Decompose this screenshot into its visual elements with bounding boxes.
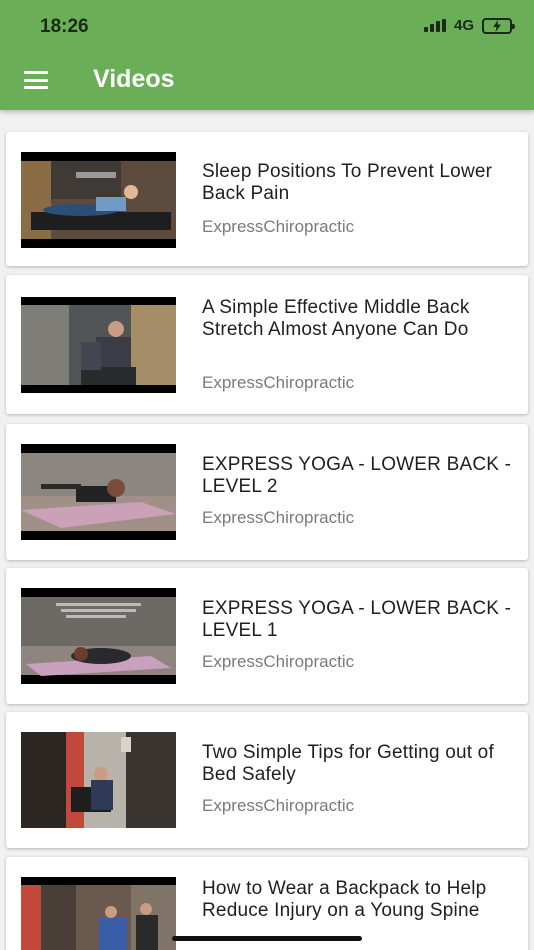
video-title: Two Simple Tips for Getting out of Bed S… (202, 742, 494, 785)
video-title: EXPRESS YOGA - LOWER BACK - LEVEL 2 (202, 454, 512, 497)
video-title: How to Wear a Backpack to Help Reduce In… (202, 878, 487, 921)
network-type: 4G (453, 17, 474, 34)
video-thumbnail (21, 732, 176, 828)
video-thumbnail (21, 152, 176, 248)
video-channel: ExpressChiropractic (202, 217, 355, 236)
video-thumbnail (21, 588, 176, 684)
video-card[interactable]: Sleep Positions To Prevent Lower Back Pa… (6, 132, 528, 266)
video-channel: ExpressChiropractic (202, 373, 355, 392)
video-title: Sleep Positions To Prevent Lower Back Pa… (202, 161, 493, 204)
video-card[interactable]: EXPRESS YOGA - LOWER BACK - LEVEL 2 Expr… (6, 424, 528, 560)
page-title: Videos (93, 65, 175, 93)
video-thumbnail (21, 877, 176, 950)
video-thumbnail (21, 444, 176, 540)
video-card[interactable]: EXPRESS YOGA - LOWER BACK - LEVEL 1 Expr… (6, 568, 528, 704)
video-channel: ExpressChiropractic (202, 508, 355, 527)
signal-icon (423, 19, 446, 32)
video-channel: ExpressChiropractic (202, 796, 355, 815)
video-channel: ExpressChiropractic (202, 652, 355, 671)
home-indicator[interactable] (172, 936, 362, 941)
video-card[interactable]: A Simple Effective Middle Back Stretch A… (6, 275, 528, 414)
status-time: 18:26 (40, 16, 89, 37)
video-title: A Simple Effective Middle Back Stretch A… (202, 297, 470, 340)
hamburger-menu-icon[interactable] (24, 71, 48, 89)
battery-charging-icon (482, 17, 515, 34)
status-indicators: 4G (423, 17, 515, 34)
video-thumbnail (21, 297, 176, 393)
video-card[interactable]: Two Simple Tips for Getting out of Bed S… (6, 712, 528, 848)
video-title: EXPRESS YOGA - LOWER BACK - LEVEL 1 (202, 598, 512, 641)
app-header: 18:26 4G Videos (0, 0, 534, 110)
